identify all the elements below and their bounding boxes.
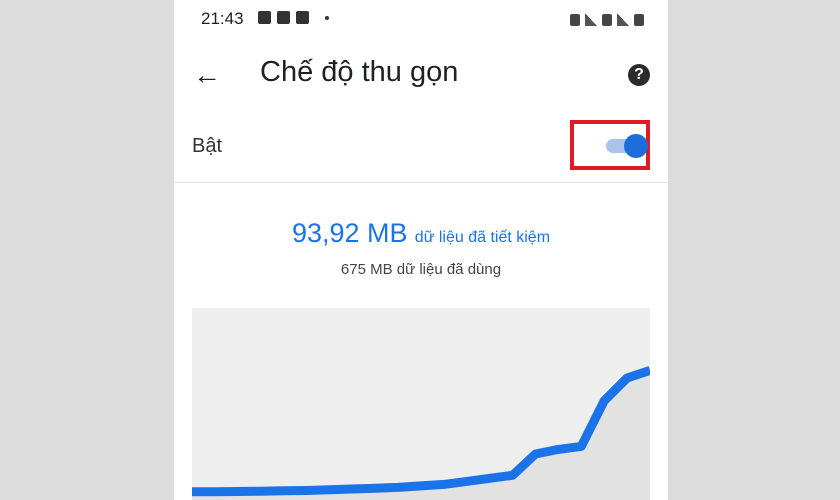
gallery-icon	[258, 11, 271, 24]
switch-thumb	[624, 134, 648, 158]
chart-area-fill	[192, 370, 650, 500]
arrow-left-icon[interactable]: ←	[192, 58, 222, 92]
lite-mode-switch[interactable]	[606, 134, 648, 158]
data-savings-chart	[192, 308, 650, 500]
saved-text: dữ liệu đã tiết kiệm	[414, 229, 551, 246]
signal-icon	[585, 13, 597, 26]
battery-icon	[634, 14, 644, 26]
page-title: Chế độ thu gọn	[260, 56, 459, 88]
system-icons	[570, 10, 644, 26]
data-icon	[602, 14, 612, 26]
notification-icons	[258, 11, 329, 24]
help-circle-icon[interactable]: ?	[628, 64, 650, 86]
save-icon	[277, 11, 290, 24]
status-time: 21:43	[201, 9, 244, 28]
app-bar: ← Chế độ thu gọn ?	[174, 38, 668, 114]
saved-line: 93,92 MB dữ liệu đã tiết kiệm	[174, 218, 668, 249]
data-savings-summary: 93,92 MB dữ liệu đã tiết kiệm 675 MB dữ …	[174, 218, 668, 278]
chart-svg	[192, 366, 650, 500]
used-line: 675 MB dữ liệu đã dùng	[340, 261, 502, 278]
screenshot-stage: 21:43 ← Chế độ thu gọn ? Bật 93,92 MB dữ…	[0, 0, 840, 500]
status-bar: 21:43	[174, 0, 668, 38]
lite-mode-toggle-row[interactable]: Bật	[174, 114, 668, 183]
shopping-bag-icon	[296, 11, 309, 24]
more-notifications-icon	[325, 15, 329, 20]
signal-icon-2	[617, 13, 629, 26]
alarm-icon	[570, 14, 580, 26]
saved-amount: 93,92 MB	[291, 218, 408, 248]
toggle-label: Bật	[192, 135, 223, 157]
phone-screen: 21:43 ← Chế độ thu gọn ? Bật 93,92 MB dữ…	[174, 0, 668, 500]
